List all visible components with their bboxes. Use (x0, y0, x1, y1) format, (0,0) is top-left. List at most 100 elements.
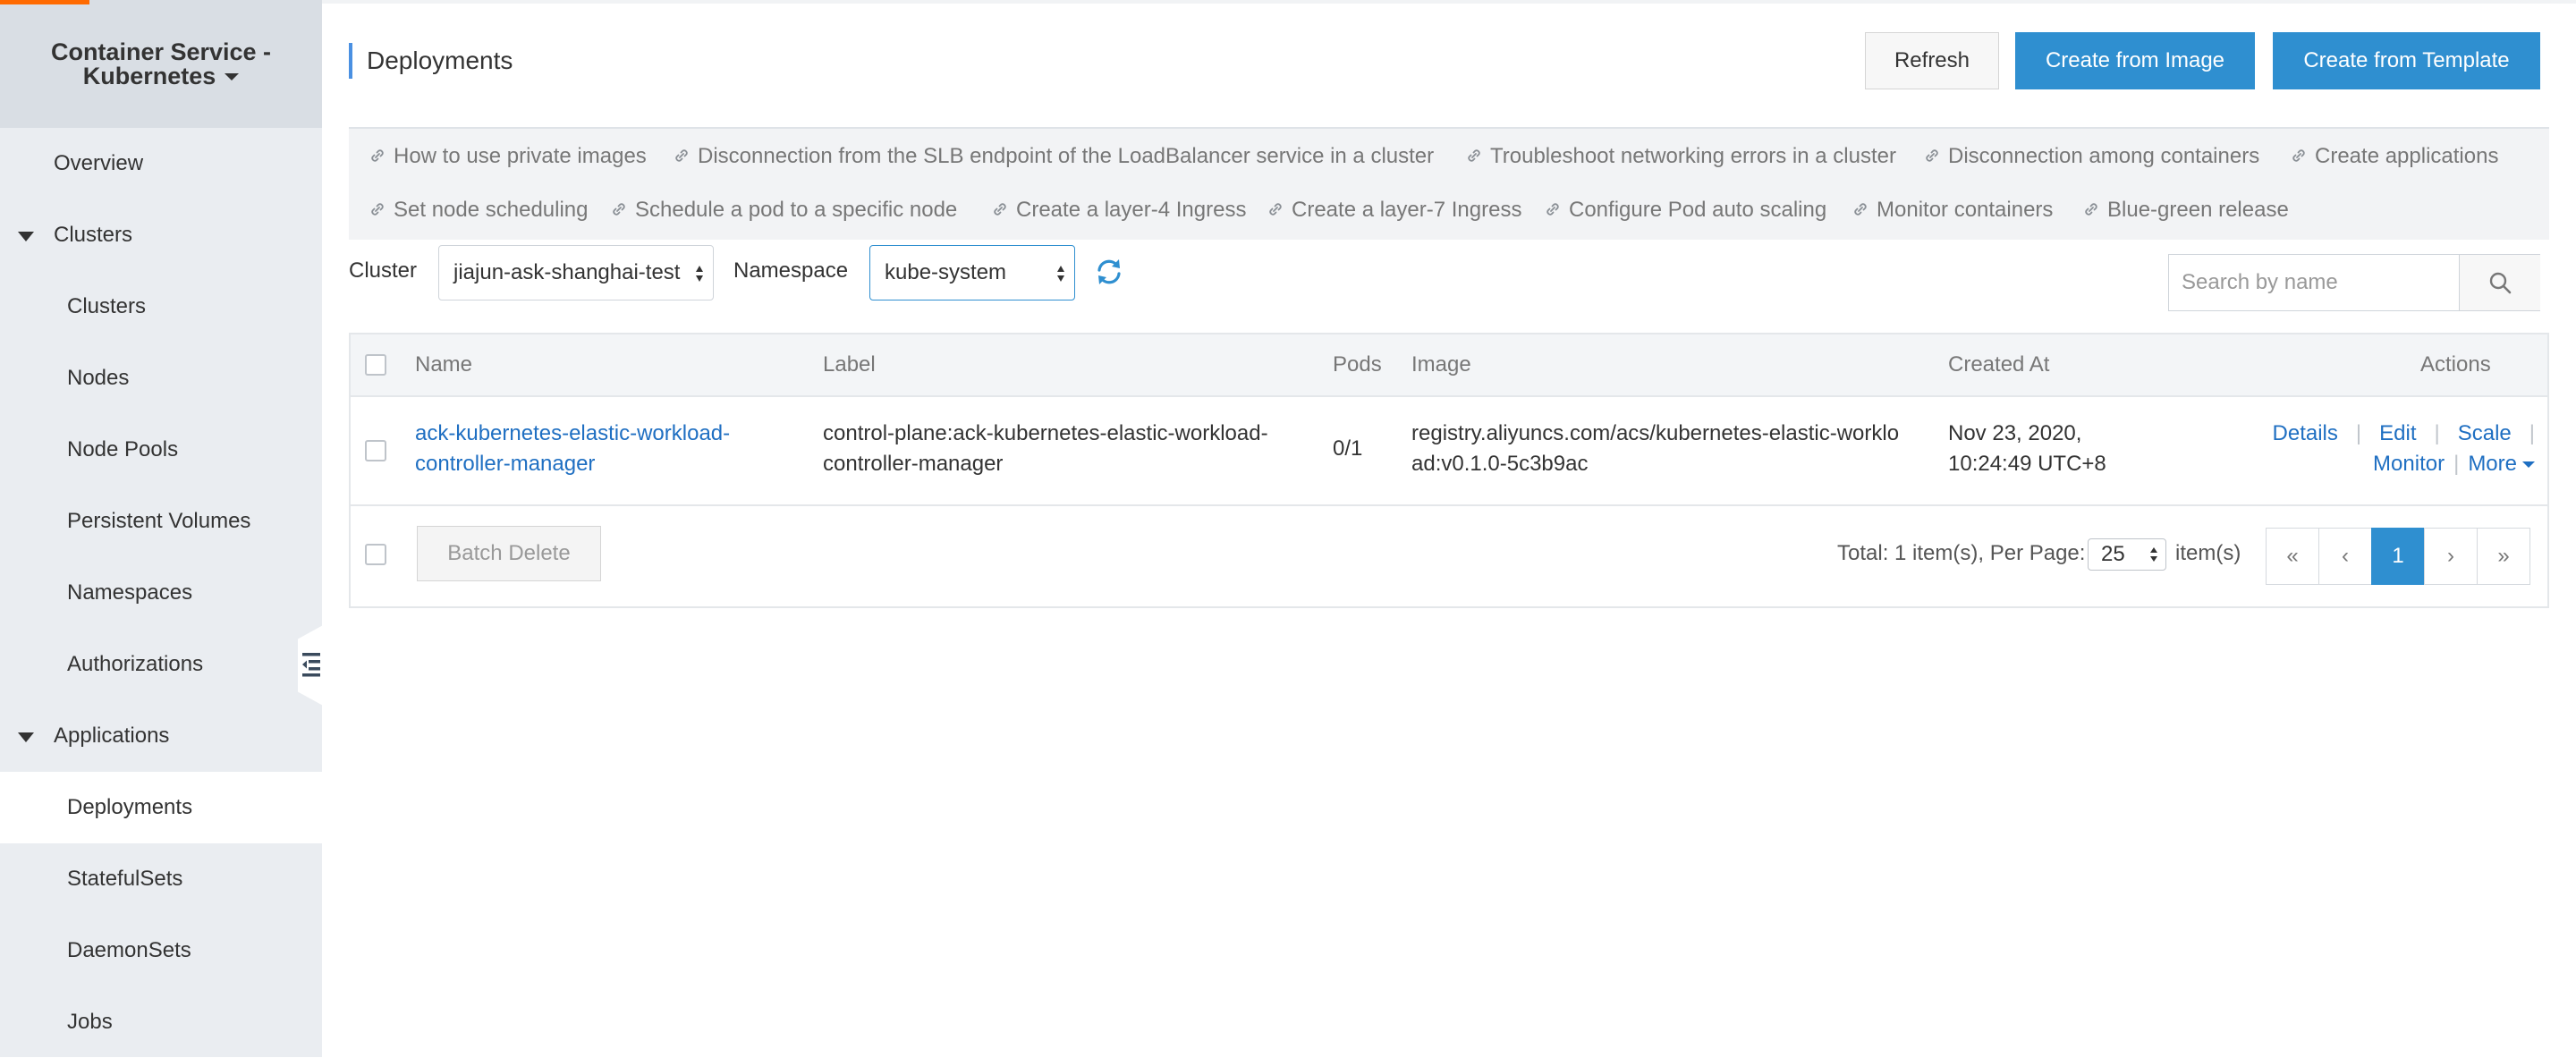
link-icon (1546, 203, 1559, 216)
table-row: ack-kubernetes-elastic-workload- control… (351, 397, 2547, 506)
column-header-created-at: Created At (1948, 352, 2050, 377)
caret-down-icon (2522, 461, 2535, 469)
prev-page-button[interactable]: ‹ (2318, 528, 2372, 585)
link-icon (1926, 149, 1938, 162)
triangle-down-icon (18, 732, 34, 742)
items-suffix-text: item(s) (2175, 541, 2241, 565)
caret-down-icon (225, 73, 240, 81)
refresh-button[interactable]: Refresh (1865, 32, 1999, 89)
tip-link[interactable]: Create a layer-4 Ingress (991, 197, 1246, 224)
edit-link[interactable]: Edit (2379, 421, 2416, 445)
sidebar-item-daemonsets[interactable]: DaemonSets (0, 915, 322, 986)
tip-link[interactable]: Create a layer-7 Ingress (1267, 197, 1521, 224)
tip-link[interactable]: Schedule a pod to a specific node (610, 197, 957, 224)
create-from-image-button[interactable]: Create from Image (2015, 32, 2255, 89)
brand-accent-bar (0, 0, 89, 4)
link-icon (994, 203, 1006, 216)
search-icon (2489, 272, 2512, 294)
brand-title-line1: Container Service - (50, 38, 272, 65)
page-1-button[interactable]: 1 (2371, 528, 2425, 585)
triangle-down-icon (18, 232, 34, 241)
sidebar-brand-dropdown[interactable]: Container Service - Kubernetes (0, 0, 322, 128)
table-header: Name Label Pods Image Created At Actions (351, 334, 2547, 397)
column-header-name: Name (415, 352, 473, 377)
total-items-text: Total: 1 item(s), Per Page: (1837, 541, 2086, 565)
row-checkbox[interactable] (365, 440, 386, 461)
details-link[interactable]: Details (2273, 421, 2338, 445)
column-header-actions: Actions (2420, 352, 2491, 377)
sidebar: Container Service - Kubernetes Overview … (0, 0, 322, 1057)
sidebar-item-clusters[interactable]: Clusters (0, 271, 322, 343)
footer-select-all-checkbox[interactable] (365, 544, 386, 565)
link-icon (371, 203, 384, 216)
sidebar-group-clusters[interactable]: Clusters (0, 199, 322, 271)
tip-link[interactable]: Troubleshoot networking errors in a clus… (1465, 143, 1896, 170)
tip-link[interactable]: How to use private images (369, 143, 647, 170)
sidebar-item-overview[interactable]: Overview (0, 128, 322, 199)
refresh-icon[interactable] (1093, 256, 1125, 288)
collapse-menu-icon[interactable] (302, 649, 322, 678)
tip-link[interactable]: Set node scheduling (369, 197, 589, 224)
row-actions: Details | Edit | Scale | Monitor | More (2273, 419, 2535, 479)
sidebar-item-nodes[interactable]: Nodes (0, 343, 322, 414)
sidebar-item-statefulsets[interactable]: StatefulSets (0, 843, 322, 915)
tip-link[interactable]: Disconnection from the SLB endpoint of t… (673, 143, 1434, 170)
table-footer: Batch Delete Total: 1 item(s), Per Page:… (351, 506, 2547, 606)
sidebar-item-authorizations[interactable]: Authorizations (0, 629, 322, 700)
deployments-table: Name Label Pods Image Created At Actions… (349, 333, 2549, 608)
column-header-label: Label (823, 352, 876, 377)
link-icon (1269, 203, 1282, 216)
deployment-label: control-plane:ack-kubernetes-elastic-wor… (823, 421, 1268, 476)
link-icon (2292, 149, 2305, 162)
link-icon (1854, 203, 1867, 216)
action-separator: | (2434, 421, 2440, 445)
select-all-checkbox[interactable] (365, 354, 386, 376)
cluster-select[interactable]: jiajun-ask-shanghai-test (438, 245, 714, 300)
column-header-pods: Pods (1333, 352, 1382, 377)
search-button[interactable] (2459, 255, 2540, 310)
create-from-template-button[interactable]: Create from Template (2273, 32, 2540, 89)
namespace-label: Namespace (733, 258, 849, 283)
search-input[interactable] (2169, 255, 2459, 310)
top-border (322, 0, 2576, 4)
per-page-select[interactable]: 25 (2088, 538, 2166, 571)
deployment-pods: 0/1 (1333, 436, 1363, 461)
scale-link[interactable]: Scale (2458, 421, 2512, 445)
deployment-created-at: Nov 23, 2020, 10:24:49 UTC+8 (1948, 421, 2106, 476)
batch-delete-button[interactable]: Batch Delete (417, 526, 601, 581)
action-separator: | (2355, 421, 2362, 445)
first-page-button[interactable]: « (2266, 528, 2319, 585)
cluster-label: Cluster (349, 258, 418, 283)
brand-title-line2: Kubernetes (82, 62, 216, 89)
deployment-name-link[interactable]: ack-kubernetes-elastic-workload- control… (415, 419, 730, 479)
tip-link[interactable]: Create applications (2290, 143, 2498, 170)
deployment-image: registry.aliyuncs.com/acs/kubernetes-ela… (1411, 421, 1900, 476)
tip-link[interactable]: Blue-green release (2082, 197, 2289, 224)
sort-arrows-icon (696, 266, 703, 282)
sidebar-group-applications[interactable]: Applications (0, 700, 322, 772)
last-page-button[interactable]: » (2477, 528, 2530, 585)
tip-link[interactable]: Monitor containers (1852, 197, 2053, 224)
more-dropdown[interactable]: More (2468, 452, 2535, 476)
tip-link[interactable]: Disconnection among containers (1923, 143, 2259, 170)
sidebar-item-persistent-volumes[interactable]: Persistent Volumes (0, 486, 322, 557)
sidebar-item-deployments[interactable]: Deployments (0, 772, 322, 843)
sidebar-item-jobs[interactable]: Jobs (0, 986, 322, 1058)
link-icon (371, 149, 384, 162)
action-separator: | (2529, 421, 2535, 445)
namespace-select[interactable]: kube-system (869, 245, 1075, 300)
link-icon (2085, 203, 2097, 216)
next-page-button[interactable]: › (2424, 528, 2478, 585)
page-title: Deployments (349, 43, 513, 79)
help-links-panel: How to use private images Disconnection … (349, 127, 2549, 240)
tip-link[interactable]: Configure Pod auto scaling (1544, 197, 1826, 224)
sidebar-item-node-pools[interactable]: Node Pools (0, 414, 322, 486)
search-box (2168, 254, 2540, 311)
pagination: « ‹ 1 › » (2266, 528, 2530, 585)
link-icon (675, 149, 688, 162)
sort-arrows-icon (2150, 547, 2157, 562)
monitor-link[interactable]: Monitor (2373, 452, 2445, 476)
sidebar-item-namespaces[interactable]: Namespaces (0, 557, 322, 629)
link-icon (1468, 149, 1480, 162)
action-separator: | (2453, 452, 2460, 476)
